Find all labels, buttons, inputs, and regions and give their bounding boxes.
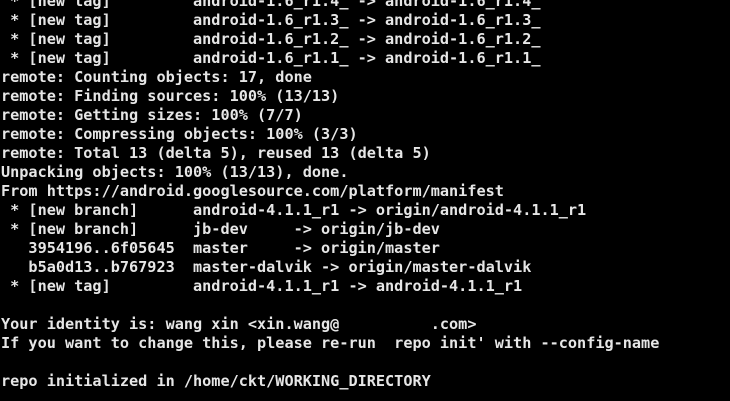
terminal-line: * [new branch] jb-dev -> origin/jb-dev: [1, 220, 440, 238]
terminal-line: * [new tag] android-1.6_r1.2_ -> android…: [1, 30, 541, 48]
terminal-line: * [new tag] android-1.6_r1.4_ -> android…: [1, 0, 541, 10]
terminal-line: b5a0d13..b767923 master-dalvik -> origin…: [1, 258, 532, 276]
terminal-line: remote: Counting objects: 17, done: [1, 68, 312, 86]
terminal-line: * [new tag] android-1.6_r1.1_ -> android…: [1, 49, 541, 67]
terminal-line: * [new tag] android-1.6_r1.3_ -> android…: [1, 11, 541, 29]
terminal-line: Unpacking objects: 100% (13/13), done.: [1, 163, 349, 181]
terminal-line: 3954196..6f05645 master -> origin/master: [1, 239, 440, 257]
terminal-line: remote: Total 13 (delta 5), reused 13 (d…: [1, 144, 431, 162]
terminal-line: Your identity is: wang xin <xin.wang@ .c…: [1, 315, 477, 333]
terminal-line: If you want to change this, please re-ru…: [1, 334, 660, 352]
terminal-line: From https://android.googlesource.com/pl…: [1, 182, 504, 200]
terminal-line: remote: Compressing objects: 100% (3/3): [1, 125, 358, 143]
terminal-line: remote: Getting sizes: 100% (7/7): [1, 106, 303, 124]
terminal-line: remote: Finding sources: 100% (13/13): [1, 87, 340, 105]
terminal-line: repo initialized in /home/ckt/WORKING_DI…: [1, 372, 431, 390]
terminal-line: * [new tag] android-4.1.1_r1 -> android-…: [1, 277, 523, 295]
terminal-line: * [new branch] android-4.1.1_r1 -> origi…: [1, 201, 587, 219]
terminal-window[interactable]: * [new tag] android-1.6_r1.4_ -> android…: [0, 0, 730, 401]
